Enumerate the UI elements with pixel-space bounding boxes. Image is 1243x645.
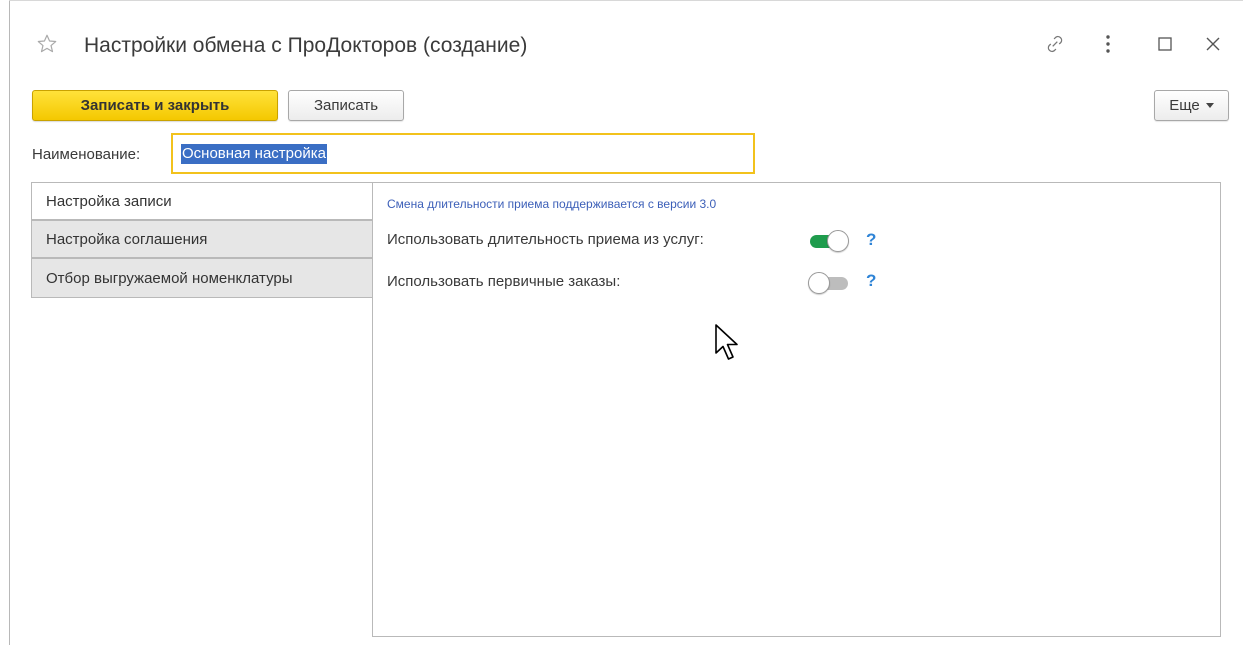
name-input-value: Основная настройка [181,143,327,164]
tab-label: Настройка записи [46,192,172,210]
tab-label: Отбор выгружаемой номенклатуры [46,269,293,287]
save-and-close-button[interactable]: Записать и закрыть [32,90,278,121]
duration-toggle[interactable] [808,229,854,253]
more-label: Еще [1169,97,1200,114]
more-button[interactable]: Еще [1154,90,1229,121]
tab-nomenclature-filter[interactable]: Отбор выгружаемой номенклатуры [31,258,373,298]
settings-panel [372,182,1221,637]
tab-booking-settings[interactable]: Настройка записи [31,182,373,220]
window-title: Настройки обмена с ПроДокторов (создание… [84,34,528,57]
help-icon[interactable]: ? [866,230,876,250]
more-vertical-icon[interactable] [1093,28,1123,60]
close-icon[interactable] [1198,28,1228,60]
mouse-cursor-icon [715,324,738,360]
star-icon[interactable] [36,33,58,55]
maximize-icon[interactable] [1150,28,1180,60]
name-input[interactable]: Основная настройка [171,133,755,174]
chevron-down-icon [1205,103,1214,108]
save-label: Записать [313,97,379,114]
option-duration-label: Использовать длительность приема из услу… [387,231,704,248]
primary-orders-toggle[interactable] [808,271,854,295]
toggle-knob [808,272,830,294]
version-hint: Смена длительности приема поддерживается… [387,197,717,211]
tab-label: Настройка соглашения [46,230,208,248]
link-icon[interactable] [1040,28,1070,60]
window-border-top [9,0,1243,1]
tab-agreement-settings[interactable]: Настройка соглашения [31,220,373,258]
save-button[interactable]: Записать [288,90,404,121]
save-and-close-label: Записать и закрыть [80,97,230,114]
window-border [9,0,10,645]
help-icon[interactable]: ? [866,271,876,291]
option-primary-orders-label: Использовать первичные заказы: [387,273,621,290]
toggle-knob [827,230,849,252]
name-label: Наименование: [32,146,141,163]
